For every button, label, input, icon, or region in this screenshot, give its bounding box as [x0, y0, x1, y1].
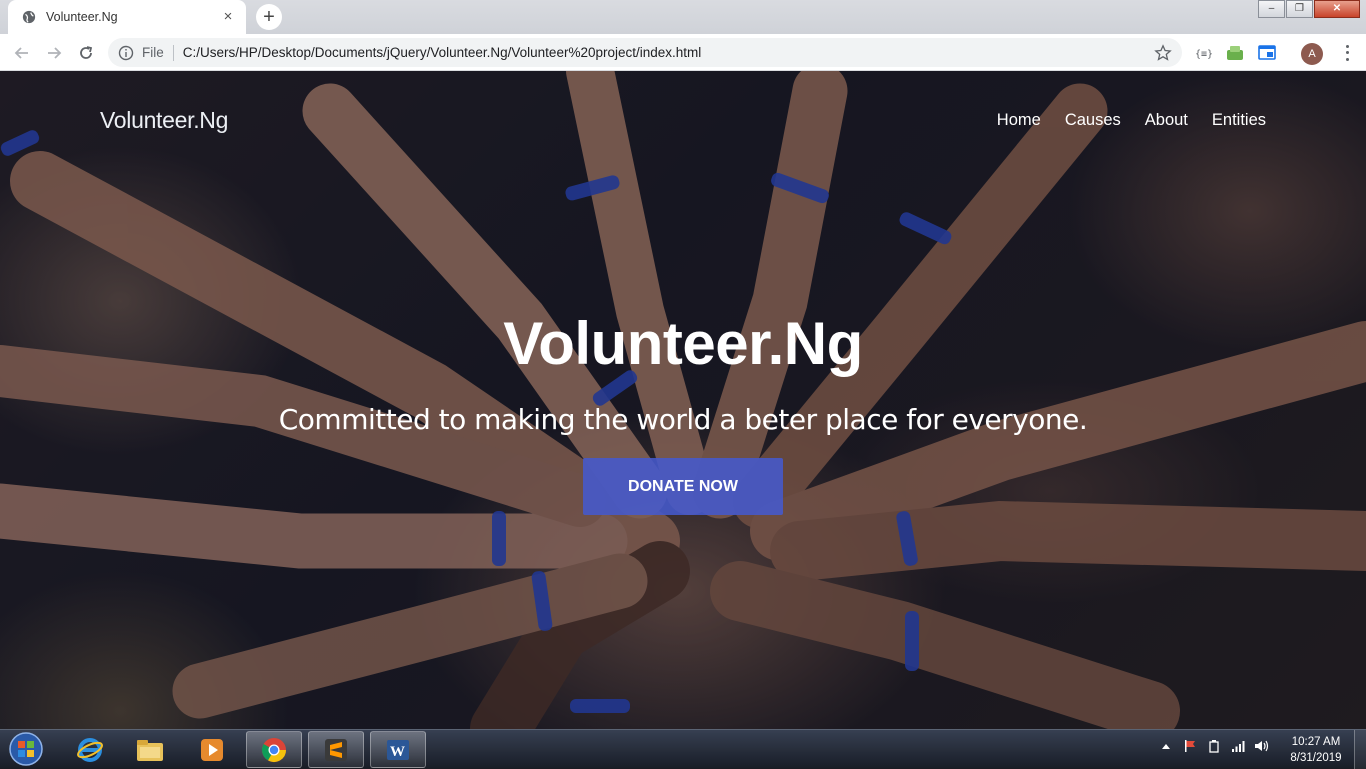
media-player-icon[interactable]: [184, 731, 240, 768]
profile-avatar[interactable]: A: [1301, 43, 1323, 65]
minimize-button[interactable]: –: [1258, 0, 1285, 18]
json-extension-icon[interactable]: {≡}: [1193, 43, 1213, 63]
star-icon[interactable]: [1154, 43, 1172, 62]
info-icon[interactable]: [118, 45, 134, 61]
close-tab-icon[interactable]: ×: [220, 9, 236, 25]
taskbar-clock[interactable]: 10:27 AM 8/31/2019: [1281, 734, 1351, 766]
internet-explorer-icon[interactable]: [62, 731, 118, 768]
donate-now-button[interactable]: DONATE NOW: [583, 458, 783, 515]
arrow-left-icon: [14, 47, 28, 59]
clock-date: 8/31/2019: [1290, 752, 1342, 764]
volume-icon[interactable]: [1254, 738, 1270, 754]
power-icon[interactable]: [1206, 738, 1222, 754]
browser-tab[interactable]: Volunteer.Ng ×: [8, 0, 246, 34]
show-desktop-button[interactable]: [1354, 730, 1366, 769]
hero-tagline: Committed to making the world a beter pl…: [278, 403, 1088, 436]
clock-time: 10:27 AM: [1291, 736, 1341, 748]
url-text[interactable]: C:/Users/HP/Desktop/Documents/jQuery/Vol…: [183, 45, 1154, 60]
arrow-right-icon: [48, 47, 62, 59]
svg-text:W: W: [390, 744, 405, 760]
forward-button[interactable]: [42, 41, 66, 65]
word-icon[interactable]: W: [370, 731, 426, 768]
nav-causes[interactable]: Causes: [1065, 111, 1121, 130]
extension-inbox-icon[interactable]: [1225, 43, 1245, 63]
address-divider: [172, 44, 174, 61]
hero-section: Volunteer.Ng Home Causes About Entities …: [0, 71, 1366, 729]
window-controls: – ❐ ✕: [1257, 0, 1360, 18]
network-signal-icon[interactable]: [1230, 738, 1246, 754]
tab-title: Volunteer.Ng: [46, 10, 118, 24]
scheme-label: File: [142, 45, 164, 60]
nav-home[interactable]: Home: [997, 111, 1041, 130]
start-button[interactable]: [6, 731, 46, 768]
address-bar[interactable]: File C:/Users/HP/Desktop/Documents/jQuer…: [108, 38, 1182, 67]
new-tab-button[interactable]: +: [256, 4, 282, 30]
svg-text:{≡}: {≡}: [1195, 49, 1212, 60]
site-nav: Home Causes About Entities: [973, 111, 1266, 130]
system-tray: [1158, 738, 1278, 754]
reload-icon: [80, 46, 93, 59]
browser-tab-strip: Volunteer.Ng × + – ❐ ✕: [0, 0, 1366, 34]
show-hidden-icons-icon[interactable]: [1158, 738, 1174, 754]
sublime-text-icon[interactable]: [308, 731, 364, 768]
site-logo[interactable]: Volunteer.Ng: [100, 107, 228, 134]
file-explorer-icon[interactable]: [122, 731, 178, 768]
back-button[interactable]: [10, 41, 34, 65]
nav-about[interactable]: About: [1145, 111, 1188, 130]
hero-overlay: [0, 71, 1366, 729]
nav-entities[interactable]: Entities: [1212, 111, 1266, 130]
reload-button[interactable]: [74, 41, 98, 65]
taskbar: W 10:27 AM 8/31/2019: [0, 729, 1366, 769]
extension-screen-icon[interactable]: [1257, 43, 1277, 63]
chrome-taskbar-icon[interactable]: [246, 731, 302, 768]
browser-menu-icon[interactable]: [1340, 43, 1354, 63]
action-center-flag-icon[interactable]: [1182, 738, 1198, 754]
close-window-button[interactable]: ✕: [1314, 0, 1360, 18]
hero-title: Volunteer.Ng: [503, 310, 863, 377]
browser-toolbar: File C:/Users/HP/Desktop/Documents/jQuer…: [0, 34, 1366, 71]
restore-button[interactable]: ❐: [1286, 0, 1313, 18]
globe-icon: [22, 10, 36, 24]
